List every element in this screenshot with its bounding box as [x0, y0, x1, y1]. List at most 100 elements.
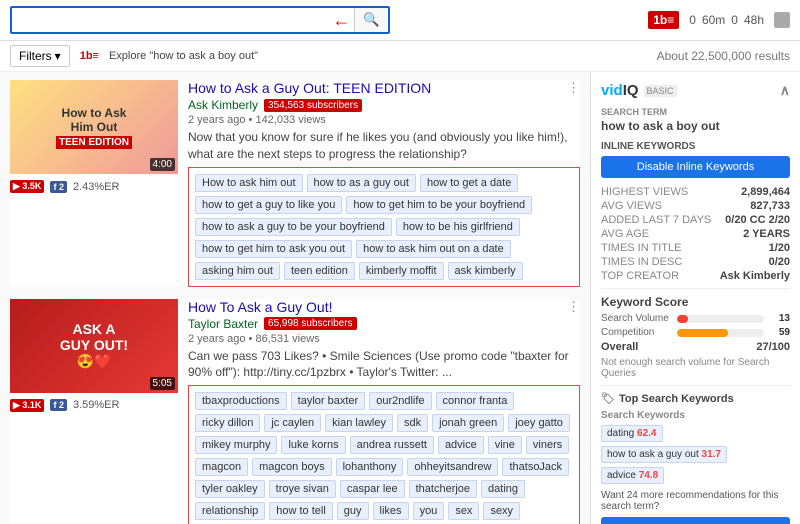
search-button[interactable]: 🔍	[354, 8, 388, 32]
stat-label: AVG AGE	[601, 228, 649, 240]
kw-tag[interactable]: magcon boys	[252, 458, 331, 476]
kw-tag[interactable]: viners	[526, 436, 569, 454]
fb-icon-2: f 2	[50, 399, 67, 411]
channel-name-1[interactable]: Ask Kimberly	[188, 98, 258, 112]
stat-val: 0/20 CC 2/20	[725, 214, 790, 226]
kw-tag[interactable]: how to get a guy to like you	[195, 196, 342, 214]
kw-tag[interactable]: sex	[448, 502, 479, 520]
kw-tag[interactable]: jonah green	[432, 414, 504, 432]
search-bar-container: how to ask a boy out ← 🔍	[10, 6, 390, 34]
kw-tag[interactable]: kimberly moffit	[359, 262, 444, 280]
overall-label: Overall	[601, 341, 638, 353]
kw-tag[interactable]: How to ask him out	[195, 174, 303, 192]
header: how to ask a boy out ← 🔍 1b≡ 0 60m 0 48h	[0, 0, 800, 41]
explore-text: Explore "how to ask a boy out"	[109, 50, 258, 62]
more-options-1[interactable]: ⋮	[567, 80, 580, 96]
video-info-2: How To Ask a Guy Out! ⋮ Taylor Baxter 65…	[188, 299, 580, 524]
kw-tag[interactable]: our2ndlife	[369, 392, 431, 410]
divider	[601, 288, 790, 289]
explore-badge: 1b≡	[80, 50, 99, 62]
search-input[interactable]: how to ask a boy out	[12, 9, 328, 32]
kw-tag[interactable]: magcon	[195, 458, 248, 476]
kw-tag[interactable]: tbaxproductions	[195, 392, 287, 410]
kw-tag[interactable]: lohanthony	[336, 458, 404, 476]
kw-tag[interactable]: thatsoJack	[502, 458, 569, 476]
kw-tag[interactable]: thatcherjoe	[409, 480, 477, 498]
kw-tag[interactable]: troye sivan	[269, 480, 336, 498]
basic-badge: BASIC	[644, 85, 677, 97]
kw-tag[interactable]: how to ask him out on a date	[356, 240, 511, 258]
kw-tag[interactable]: tyler oakley	[195, 480, 265, 498]
skw-num: 74.8	[639, 470, 658, 481]
skw-num: 62.4	[637, 428, 656, 439]
skw-tag-dating[interactable]: dating 62.4	[601, 425, 663, 442]
kw-tag[interactable]: how to get him to be your boyfriend	[346, 196, 532, 214]
header-counters: 0 60m 0 48h	[689, 13, 764, 27]
vidiq-logo: vidIQ	[601, 82, 639, 99]
kw-tag[interactable]: ask kimberly	[448, 262, 523, 280]
kw-tag[interactable]: kian lawley	[325, 414, 393, 432]
channel-name-2[interactable]: Taylor Baxter	[188, 317, 258, 331]
filters-label: Filters	[19, 49, 52, 63]
score-competition-label: Competition	[601, 327, 671, 338]
kw-tag[interactable]: guy	[337, 502, 369, 520]
vidiq-iq: IQ	[623, 82, 639, 99]
stat-avg-views: AVG VIEWS 827,733	[601, 200, 790, 212]
kw-tag[interactable]: how to as a guy out	[307, 174, 416, 192]
subs-badge-2: 65,998 subscribers	[264, 317, 357, 330]
kw-tag[interactable]: advice	[438, 436, 484, 454]
kw-tag[interactable]: how to get him to ask you out	[195, 240, 352, 258]
kw-tag[interactable]: vine	[488, 436, 522, 454]
kw-tag[interactable]: how to tell	[269, 502, 333, 520]
yt-logo: 1b≡	[648, 11, 679, 29]
kw-tag[interactable]: teen edition	[284, 262, 355, 280]
kw-tag[interactable]: how to be his girlfriend	[396, 218, 520, 236]
stat-highest-views: HIGHEST VIEWS 2,899,464	[601, 186, 790, 198]
stat-top-creator: TOP CREATOR Ask Kimberly	[601, 270, 790, 282]
kw-tag[interactable]: jc caylen	[264, 414, 321, 432]
stat-val: 2,899,464	[741, 186, 790, 198]
upgrade-button[interactable]: Upgrade Now!	[601, 517, 790, 524]
kw-tag[interactable]: dating	[481, 480, 525, 498]
score-volume-label: Search Volume	[601, 313, 671, 324]
score-competition-bar	[677, 329, 728, 337]
stat-label: ADDED LAST 7 DAYS	[601, 214, 711, 226]
disable-inline-keywords-button[interactable]: Disable Inline Keywords	[601, 156, 790, 178]
header-icon1[interactable]	[774, 12, 790, 28]
kw-tag[interactable]: you	[413, 502, 445, 520]
score-competition-num: 59	[770, 327, 790, 338]
duration-1: 4:00	[150, 158, 175, 171]
counter1: 0	[689, 13, 696, 27]
kw-tag[interactable]: connor franta	[436, 392, 515, 410]
kw-tag[interactable]: ohheyitsandrew	[407, 458, 498, 476]
kw-tag[interactable]: sexy	[483, 502, 520, 520]
tags-icon: 🏷	[601, 392, 615, 405]
kw-tag[interactable]: luke korns	[281, 436, 345, 454]
filters-button[interactable]: Filters ▾	[10, 45, 70, 67]
kw-tag[interactable]: ricky dillon	[195, 414, 260, 432]
skw-tag-advice[interactable]: advice 74.8	[601, 467, 664, 484]
overall-row: Overall 27/100	[601, 341, 790, 353]
no-volume-text: Not enough search volume for Search Quer…	[601, 357, 790, 379]
video-title-2[interactable]: How To Ask a Guy Out!	[188, 299, 332, 315]
kw-tag[interactable]: joey gatto	[508, 414, 570, 432]
kw-tag[interactable]: caspar lee	[340, 480, 405, 498]
skw-tag-how-to-ask[interactable]: how to ask a guy out 31.7	[601, 446, 727, 463]
video-title-1[interactable]: How to Ask a Guy Out: TEEN EDITION	[188, 80, 431, 96]
kw-tag[interactable]: asking him out	[195, 262, 280, 280]
thumbnail-1: How to AskHim OutTEEN EDITION 4:00	[10, 80, 178, 174]
kw-tag[interactable]: likes	[373, 502, 409, 520]
search-keywords-grid: dating 62.4 how to ask a guy out 31.7 ad…	[601, 425, 790, 484]
kw-tag[interactable]: andrea russett	[350, 436, 434, 454]
stat-val: Ask Kimberly	[720, 270, 790, 282]
kw-tag[interactable]: taylor baxter	[291, 392, 366, 410]
kw-tag[interactable]: how to get a date	[420, 174, 518, 192]
kw-tag[interactable]: relationship	[195, 502, 265, 520]
fb-icon-1: f 2	[50, 181, 67, 193]
kw-tag[interactable]: mikey murphy	[195, 436, 277, 454]
collapse-button[interactable]: ∧	[780, 82, 790, 99]
upgrade-text: Want 24 more recommendations for this se…	[601, 490, 790, 512]
more-options-2[interactable]: ⋮	[567, 299, 580, 315]
kw-tag[interactable]: how to ask a guy to be your boyfriend	[195, 218, 392, 236]
kw-tag[interactable]: sdk	[397, 414, 428, 432]
